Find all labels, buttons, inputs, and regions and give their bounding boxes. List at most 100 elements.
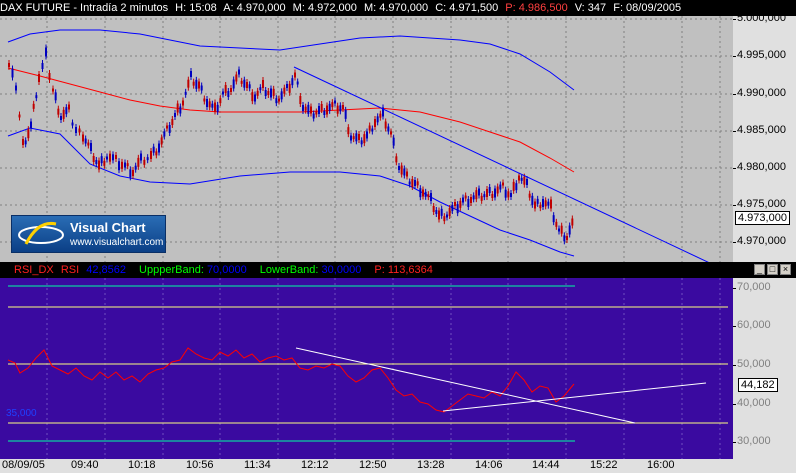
rsi-chart-area[interactable]: 35,000 [0, 278, 733, 459]
candle-body [451, 205, 454, 211]
candle-body [528, 193, 531, 198]
candle-body [438, 210, 440, 220]
candle-body [475, 190, 478, 200]
price-trendline [293, 66, 709, 262]
candle-body [103, 160, 106, 166]
candle-body [198, 81, 200, 89]
candle-body [87, 142, 90, 146]
candle-body [302, 105, 304, 111]
candle-body [60, 116, 62, 120]
candle-body [435, 210, 438, 214]
candle-body [224, 85, 227, 93]
candle-body [176, 103, 179, 113]
candle-body [499, 184, 502, 190]
candle-body [251, 92, 254, 102]
maximize-button[interactable]: □ [767, 264, 778, 275]
candle-body [41, 63, 44, 69]
candle-body [227, 91, 230, 97]
candle-body [286, 84, 288, 88]
candle-body [54, 92, 57, 101]
max-value: M: 4.972,000 [292, 2, 357, 14]
upper-band-label: UppperBand: [139, 264, 204, 276]
candle-body [57, 108, 60, 115]
candle-body [310, 106, 312, 114]
candle-body [408, 181, 411, 185]
candle-body [312, 113, 315, 119]
visual-chart-logo: Visual Chart www.visualchart.com [11, 215, 166, 253]
time-x-axis: 08/09/05 09:40 10:18 10:56 11:34 12:12 1… [0, 459, 796, 473]
candle-body [320, 104, 323, 110]
candle-body [75, 127, 77, 133]
candle-body [32, 103, 35, 109]
candle-body [526, 179, 528, 185]
candle-body [531, 195, 534, 205]
price-y-label: 4.975,000 [737, 198, 786, 210]
candle-body [134, 165, 137, 170]
candle-body [11, 68, 14, 78]
minimize-button[interactable]: _ [754, 264, 765, 275]
candle-body [275, 98, 278, 104]
candle-body [115, 155, 117, 159]
candle-body [496, 186, 499, 194]
close-button[interactable]: × [780, 264, 791, 275]
price-panel-titlebar: DAX FUTURE - Intradía 2 minutos H: 15:08… [0, 0, 796, 16]
rsi-current-value: 44,182 [738, 378, 778, 392]
candle-body [390, 131, 392, 135]
candle-body [27, 129, 30, 139]
candle-body [296, 81, 299, 85]
candle-body [355, 133, 358, 142]
candle-body [374, 119, 376, 127]
candle-body [414, 180, 416, 186]
x-label: 14:44 [532, 459, 560, 471]
candle-body [376, 116, 379, 123]
candle-body [168, 125, 171, 133]
rsi-panel-titlebar: RSI_DX RSI 42,8562 UppperBand: 70,0000 L… [0, 262, 796, 278]
candle-body [200, 85, 203, 91]
candle-body [336, 105, 339, 114]
price-y-label: 4.980,000 [737, 161, 786, 173]
x-label: 12:50 [359, 459, 387, 471]
candle-body [472, 195, 475, 200]
candle-body [400, 165, 403, 175]
candle-body [366, 131, 368, 139]
visual-chart-logo-icon [18, 221, 64, 245]
candle-body [264, 90, 267, 96]
candle-body [480, 195, 483, 201]
candle-body [238, 69, 240, 75]
price-y-label: 4.985,000 [737, 124, 786, 136]
candle-body [203, 98, 206, 102]
price-title: DAX FUTURE - Intradía 2 minutos [0, 2, 169, 14]
candle-body [140, 153, 142, 161]
candle-body [112, 154, 114, 161]
candle-body [411, 179, 414, 187]
candle-body [494, 188, 496, 198]
candle-body [523, 176, 526, 185]
candle-body [510, 193, 512, 197]
candle-body [78, 128, 81, 133]
candle-body [566, 236, 568, 240]
candle-body [547, 201, 550, 206]
candle-body [512, 181, 515, 191]
candle-body [109, 153, 111, 162]
price-chart-area[interactable]: Visual Chart www.visualchart.com [0, 16, 733, 262]
upper-band-value: 70,0000 [206, 264, 247, 276]
candle-body [291, 78, 294, 86]
candle-body [98, 160, 100, 170]
logo-name: Visual Chart [70, 220, 146, 235]
candle-body [137, 157, 140, 167]
candle-body [22, 139, 24, 145]
candle-body [384, 121, 387, 129]
candle-body [323, 111, 326, 115]
candle-body [504, 189, 507, 198]
candle-body [339, 105, 342, 112]
candle-body [171, 119, 174, 125]
candle-body [254, 94, 256, 102]
candle-body [539, 205, 542, 209]
candle-body [491, 194, 494, 198]
candle-body [371, 128, 374, 132]
candle-body [214, 102, 216, 112]
candle-body [307, 104, 310, 114]
candle-body [550, 199, 552, 209]
candle-body [262, 80, 264, 88]
candle-body [65, 107, 68, 115]
